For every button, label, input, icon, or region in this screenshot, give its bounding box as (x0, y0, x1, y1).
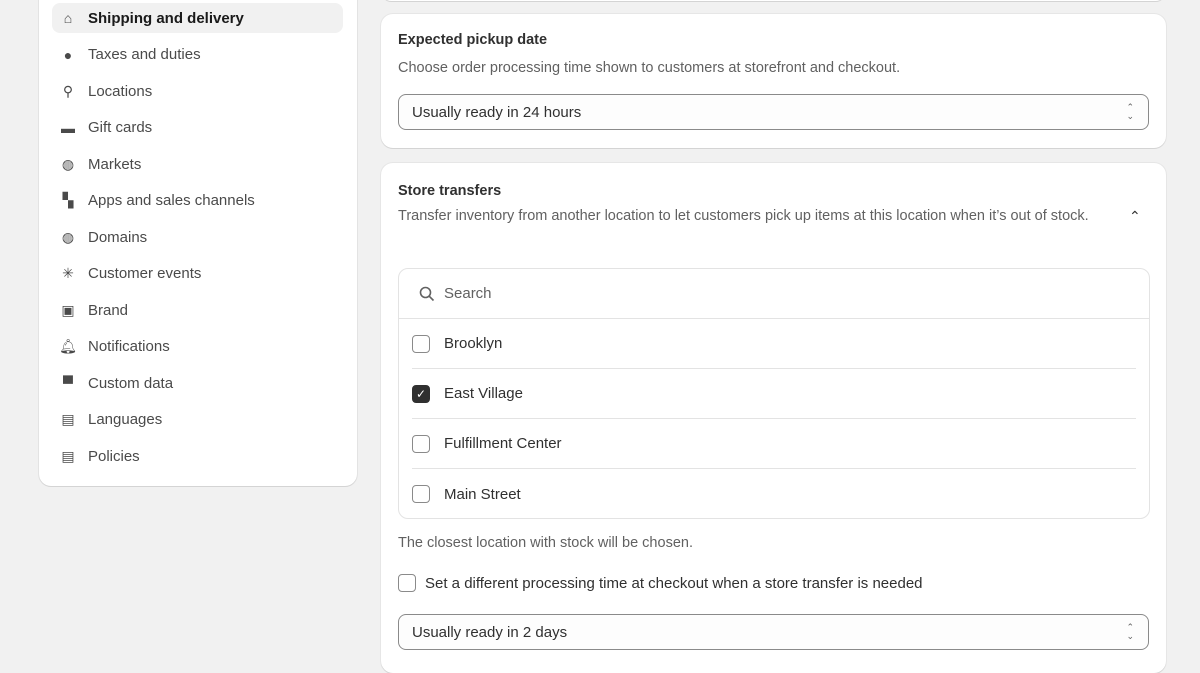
search-icon (419, 286, 435, 301)
different-time-label: Set a different processing time at check… (425, 574, 923, 592)
select-value: Usually ready in 24 hours (412, 103, 582, 121)
select-value: Usually ready in 2 days (412, 623, 568, 641)
sidebar-item-label: Taxes and duties (88, 46, 201, 63)
closest-location-note: The closest location with stock will be … (398, 535, 693, 551)
sidebar-item-label: Gift cards (88, 119, 153, 136)
sidebar-item-label: Policies (88, 447, 140, 465)
location-search[interactable]: Search (399, 269, 1149, 319)
location-row[interactable]: Fulfillment Center (412, 419, 1136, 469)
sidebar-item-customer-events[interactable]: ✳ Customer events (52, 259, 343, 289)
sidebar-item-custom-data[interactable]: ▀ Custom data (52, 368, 343, 398)
sidebar-item-label: Locations (88, 82, 153, 100)
settings-sidebar: ⌂ Shipping and delivery ● Taxes and duties ⚲… (39, 0, 357, 486)
different-time-checkbox[interactable] (398, 574, 416, 592)
sidebar-item-markets[interactable]: ◍ Markets (52, 149, 343, 179)
globe-cursor-icon: ◍ (61, 228, 75, 245)
select-arrows-icon: ⌃ ⌄ (1126, 622, 1134, 641)
card-title: Expected pickup date (398, 32, 548, 48)
card-description: Choose order processing time shown to cu… (398, 60, 901, 76)
location-checkbox[interactable]: ✓ (412, 384, 430, 403)
sidebar-item-notifications[interactable]: 🔔︎ Notifications (52, 332, 343, 362)
sidebar-item-label: Customer events (88, 265, 202, 282)
sidebar-item-label: Apps and sales channels (88, 192, 255, 209)
sidebar-item-taxes-and-duties[interactable]: ● Taxes and duties (52, 40, 343, 70)
globe-dollar-icon: ◍ (61, 155, 75, 172)
pickup-time-select[interactable]: Usually ready in 24 hours ⌃ ⌄ (398, 94, 1149, 130)
location-row[interactable]: ✓ East Village (412, 369, 1136, 419)
location-pin-icon: ⚲ (62, 82, 74, 99)
bell-icon: 🔔︎ (59, 338, 77, 354)
apps-icon: ▚ (62, 192, 74, 208)
sidebar-item-languages[interactable]: ▤ Languages (52, 405, 343, 435)
location-row[interactable]: Main Street (412, 469, 1136, 519)
document-icon: ▤ (61, 447, 75, 464)
sidebar-item-shipping-and-delivery[interactable]: ⌂ Shipping and delivery (52, 3, 343, 33)
search-placeholder: Search (444, 285, 492, 302)
location-checkbox[interactable] (412, 334, 430, 353)
sidebar-item-label: Custom data (88, 374, 174, 392)
image-icon: ▣ (61, 301, 75, 318)
store-icon: ⌂ (63, 10, 73, 26)
translate-icon: ▤ (61, 411, 75, 427)
sidebar-item-locations[interactable]: ⚲ Locations (52, 76, 343, 106)
expected-pickup-card: Expected pickup date Choose order proces… (381, 14, 1166, 148)
sidebar-item-label: Notifications (88, 338, 170, 355)
sidebar-item-label: Brand (88, 301, 129, 319)
previous-card (381, 0, 1166, 1)
cursor-click-icon: ✳ (62, 265, 74, 281)
location-checkbox[interactable] (412, 485, 430, 503)
sidebar-item-policies[interactable]: ▤ Policies (52, 441, 343, 471)
gift-card-icon: ▬ (61, 119, 75, 136)
location-row[interactable]: Brooklyn (412, 319, 1136, 369)
sidebar-item-brand[interactable]: ▣ Brand (52, 295, 343, 325)
collapse-chevron-up-icon[interactable]: ⌃ (1129, 208, 1141, 225)
tax-bag-icon: ● (63, 46, 73, 63)
sidebar-item-apps-and-sales-channels[interactable]: ▚ Apps and sales channels (52, 186, 343, 216)
location-label: Fulfillment Center (444, 435, 562, 452)
select-arrows-icon: ⌃ ⌄ (1126, 102, 1134, 121)
sidebar-item-label: Markets (88, 155, 142, 173)
sidebar-item-label: Languages (88, 411, 163, 428)
card-description: Transfer inventory from another location… (398, 208, 1089, 224)
sidebar-item-label: Domains (88, 228, 148, 246)
location-label: East Village (444, 385, 523, 402)
location-label: Main Street (444, 485, 521, 503)
card-title: Store transfers (398, 183, 502, 199)
location-label: Brooklyn (444, 335, 503, 352)
sidebar-item-gift-cards[interactable]: ▬ Gift cards (52, 113, 343, 143)
location-checkbox[interactable] (412, 434, 430, 453)
sidebar-item-domains[interactable]: ◍ Domains (52, 222, 343, 252)
blocks-icon: ▀ (63, 375, 73, 391)
sidebar-item-label: Shipping and delivery (88, 9, 244, 27)
different-time-option[interactable]: Set a different processing time at check… (398, 574, 923, 592)
location-list: Search Brooklyn ✓ East Village Fulfillment … (398, 268, 1150, 519)
store-transfers-card: Store transfers Transfer inventory from … (381, 163, 1166, 673)
transfer-time-select[interactable]: Usually ready in 2 days ⌃ ⌄ (398, 614, 1149, 650)
